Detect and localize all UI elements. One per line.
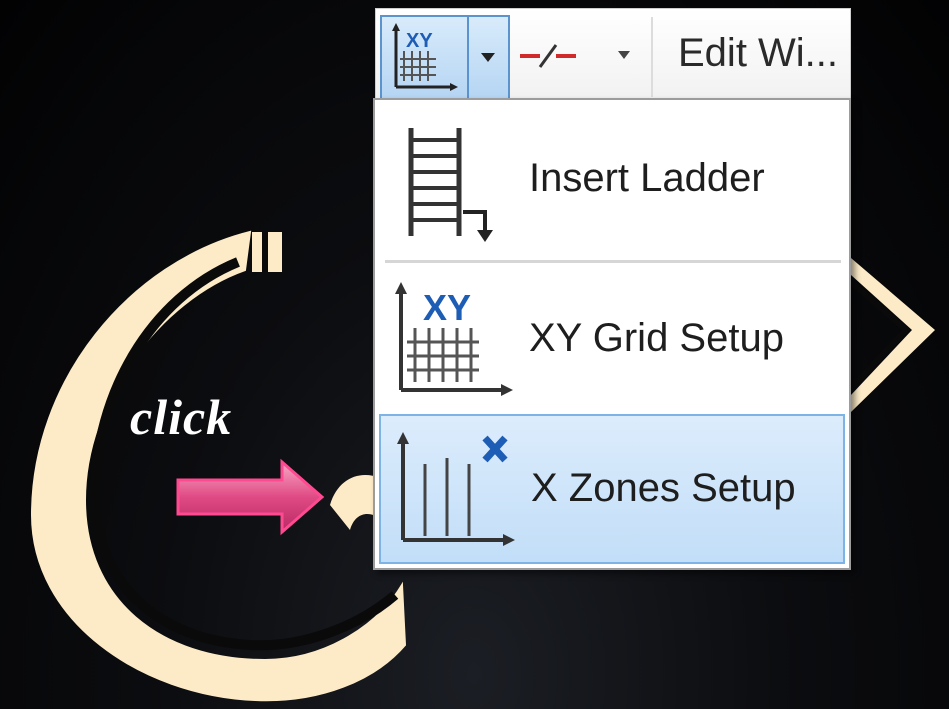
- toolbar-separator: [651, 17, 653, 97]
- svg-text:XY: XY: [406, 30, 433, 52]
- curved-arrow-top-gap: [262, 232, 268, 272]
- x-zones-icon: [397, 432, 515, 546]
- svg-text:XY: XY: [423, 287, 471, 328]
- chevron-arrow-shape: [851, 258, 935, 412]
- menu-item-label: Insert Ladder: [529, 156, 765, 200]
- ribbon-toolbar: XY Edit Wi...: [375, 8, 851, 104]
- menu-item-x-zones-setup[interactable]: X Zones Setup: [379, 414, 845, 564]
- menu-item-insert-ladder[interactable]: Insert Ladder: [379, 106, 845, 256]
- split-divider: [467, 17, 469, 99]
- menu-item-label: X Zones Setup: [531, 466, 796, 510]
- click-annotation: click: [130, 389, 233, 445]
- edit-wires-button[interactable]: Edit Wi...: [678, 31, 838, 76]
- menu-separator: [385, 260, 841, 263]
- dropdown-arrow-icon[interactable]: [614, 45, 634, 65]
- pink-pointer-arrow: [176, 458, 325, 536]
- xy-grid-icon: XY: [395, 282, 513, 396]
- xy-grid-icon[interactable]: XY: [388, 21, 460, 95]
- dropdown-arrow-icon[interactable]: [476, 47, 500, 69]
- dropdown-menu: Insert Ladder XY XY Grid Setup X Zones S…: [373, 98, 851, 570]
- ladder-icon: [408, 128, 493, 242]
- menu-item-xy-grid-setup[interactable]: XY XY Grid Setup: [379, 266, 845, 416]
- break-line-icon[interactable]: [518, 41, 578, 71]
- curved-arrow-shape: [30, 230, 407, 702]
- menu-item-label: XY Grid Setup: [529, 316, 784, 360]
- xy-grid-split-button[interactable]: XY: [380, 15, 510, 101]
